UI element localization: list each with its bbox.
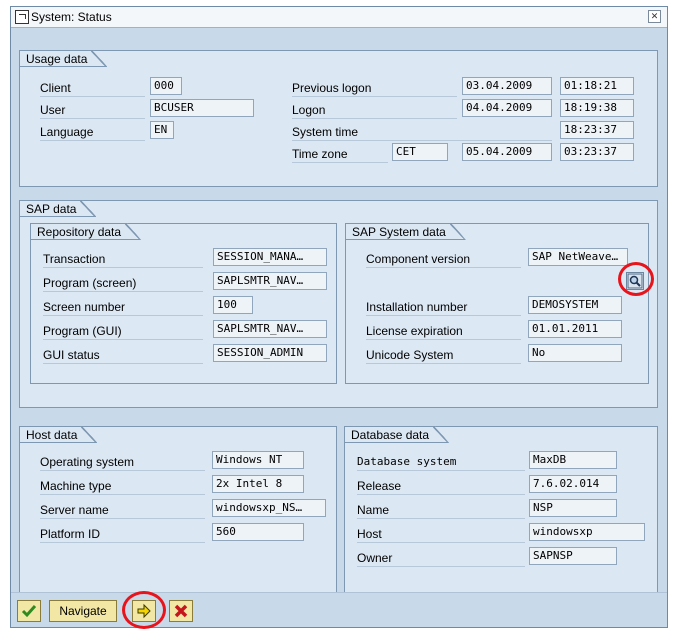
program-gui-field[interactable]: SAPLSMTR_NAV… <box>213 320 327 338</box>
title-bar: System: Status ✕ <box>11 7 667 28</box>
sap-data-group: SAP data Repository data Transaction SES… <box>19 200 658 408</box>
previous-logon-label: Previous logon <box>292 79 457 97</box>
license-expiration-field[interactable]: 01.01.2011 <box>528 320 622 338</box>
navigate-button[interactable]: Navigate <box>49 600 117 622</box>
previous-logon-time[interactable]: 01:18:21 <box>560 77 634 95</box>
sap-system-data-group: SAP System data Component version SAP Ne… <box>345 223 654 384</box>
component-version-label: Component version <box>366 250 521 268</box>
unicode-system-field[interactable]: No <box>528 344 622 362</box>
db-name-field[interactable]: NSP <box>529 499 617 517</box>
database-data-tab: Database data <box>344 426 449 443</box>
system-time-field[interactable]: 18:23:37 <box>560 121 634 139</box>
platform-id-field[interactable]: 560 <box>212 523 304 541</box>
installation-number-field[interactable]: DEMOSYSTEM <box>528 296 622 314</box>
db-owner-field[interactable]: SAPNSP <box>529 547 617 565</box>
button-bar: Navigate <box>11 591 667 629</box>
logon-label: Logon <box>292 101 457 119</box>
gui-status-label: GUI status <box>43 346 203 364</box>
component-version-field[interactable]: SAP NetWeave… <box>528 248 628 266</box>
cancel-button[interactable] <box>169 600 193 622</box>
screen-number-field[interactable]: 100 <box>213 296 253 314</box>
time-zone-time[interactable]: 03:23:37 <box>560 143 634 161</box>
close-x-icon <box>174 604 188 618</box>
screen-number-label: Screen number <box>43 298 203 316</box>
time-zone-date[interactable]: 05.04.2009 <box>462 143 552 161</box>
previous-logon-date[interactable]: 03.04.2009 <box>462 77 552 95</box>
db-host-field[interactable]: windowsxp <box>529 523 645 541</box>
db-owner-label: Owner <box>357 549 525 567</box>
machine-type-field[interactable]: 2x Intel 8 <box>212 475 304 493</box>
sap-data-tab: SAP data <box>19 200 96 217</box>
database-system-label: Database system <box>357 453 525 471</box>
execute-button[interactable] <box>132 600 156 622</box>
transaction-label: Transaction <box>43 250 203 268</box>
program-gui-label: Program (GUI) <box>43 322 203 340</box>
operating-system-label: Operating system <box>40 453 205 471</box>
system-status-window: System: Status ✕ Usage data Client 000 U… <box>10 6 668 629</box>
checkmark-icon <box>21 605 37 618</box>
magnifier-icon <box>627 273 643 289</box>
database-system-field[interactable]: MaxDB <box>529 451 617 469</box>
host-data-tab: Host data <box>19 426 97 443</box>
repository-data-tab: Repository data <box>30 223 141 240</box>
component-details-button[interactable] <box>626 272 644 290</box>
operating-system-field[interactable]: Windows NT <box>212 451 304 469</box>
time-zone-field[interactable]: CET <box>392 143 448 161</box>
machine-type-label: Machine type <box>40 477 205 495</box>
user-field[interactable]: BCUSER <box>150 99 254 117</box>
unicode-system-label: Unicode System <box>366 346 521 364</box>
database-data-group: Database data Database system MaxDB Rele… <box>344 426 658 593</box>
server-name-field[interactable]: windowsxp_NS… <box>212 499 326 517</box>
installation-number-label: Installation number <box>366 298 521 316</box>
language-field[interactable]: EN <box>150 121 174 139</box>
sap-system-data-tab: SAP System data <box>345 223 466 240</box>
language-label: Language <box>40 123 145 141</box>
client-label: Client <box>40 79 145 97</box>
db-host-label: Host <box>357 525 525 543</box>
server-name-label: Server name <box>40 501 205 519</box>
client-field[interactable]: 000 <box>150 77 182 95</box>
program-screen-label: Program (screen) <box>43 274 203 292</box>
window-title: System: Status <box>31 10 112 24</box>
platform-id-label: Platform ID <box>40 525 205 543</box>
gui-status-field[interactable]: SESSION_ADMIN <box>213 344 327 362</box>
arrow-right-icon <box>137 603 151 619</box>
release-field[interactable]: 7.6.02.014 <box>529 475 617 493</box>
repository-data-group: Repository data Transaction SESSION_MANA… <box>30 223 337 384</box>
license-expiration-label: License expiration <box>366 322 521 340</box>
release-label: Release <box>357 477 525 495</box>
db-name-label: Name <box>357 501 525 519</box>
user-label: User <box>40 101 145 119</box>
host-data-group: Host data Operating system Windows NT Ma… <box>19 426 337 593</box>
system-time-label: System time <box>292 123 552 141</box>
continue-button[interactable] <box>17 600 41 622</box>
close-icon[interactable]: ✕ <box>648 10 661 23</box>
time-zone-label: Time zone <box>292 145 388 163</box>
usage-data-tab: Usage data <box>19 50 107 67</box>
logon-time[interactable]: 18:19:38 <box>560 99 634 117</box>
program-screen-field[interactable]: SAPLSMTR_NAV… <box>213 272 327 290</box>
window-app-icon <box>15 10 29 24</box>
logon-date[interactable]: 04.04.2009 <box>462 99 552 117</box>
transaction-field[interactable]: SESSION_MANA… <box>213 248 327 266</box>
dialog-content: Usage data Client 000 User BCUSER Langua… <box>11 28 667 593</box>
usage-data-group: Usage data Client 000 User BCUSER Langua… <box>19 50 658 187</box>
